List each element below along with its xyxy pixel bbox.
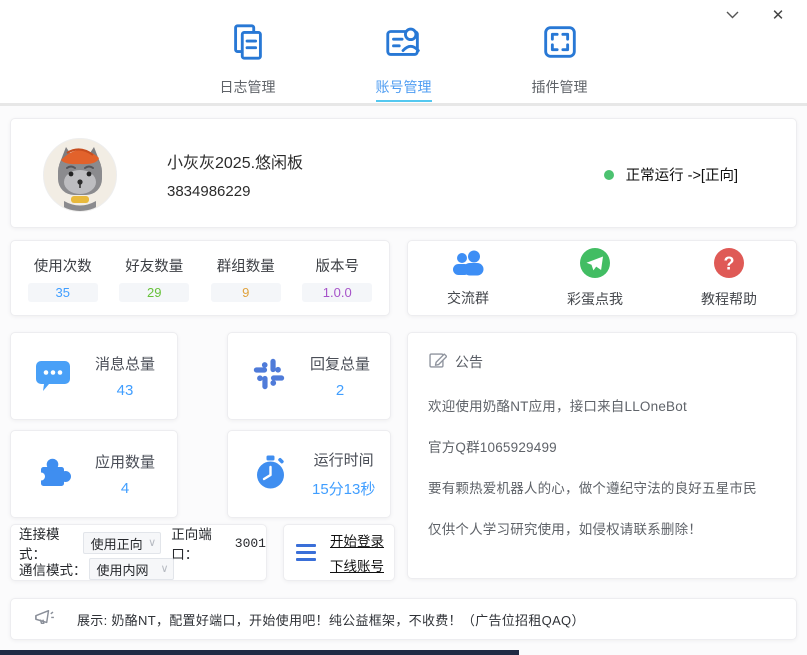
stat-friend-count: 好友数量 29 <box>119 255 189 302</box>
stat-value: 9 <box>211 283 281 302</box>
people-icon <box>450 248 486 283</box>
status-dot-icon <box>604 170 614 180</box>
footer-card: 展示: 奶酪NT，配置好端口，开始使用吧！纯公益框架，不收费！（广告位招租QAQ… <box>10 598 797 640</box>
comm-mode-label: 通信模式： <box>19 559 87 579</box>
notice-line: 要有颗热爱机器人的心，做个遵纪守法的良好五星市民 <box>428 477 776 497</box>
tab-log-management[interactable]: 日志管理 <box>205 21 291 102</box>
slack-asterisk-icon <box>250 355 288 398</box>
chat-group-link[interactable]: 交流群 <box>447 248 489 308</box>
profile-uid: 3834986229 <box>167 183 250 200</box>
metric-value: 43 <box>117 382 134 399</box>
account-card-icon <box>383 21 425 68</box>
puzzle-icon <box>33 452 73 497</box>
quick-link-label: 教程帮助 <box>701 289 757 309</box>
chat-bubble-icon <box>33 354 73 399</box>
stat-usage-count: 使用次数 35 <box>28 255 98 302</box>
stat-value: 29 <box>119 283 189 302</box>
chevron-down-icon: ∨ <box>160 564 168 575</box>
stat-value: 35 <box>28 283 98 302</box>
connect-mode-label: 连接模式： <box>19 523 81 563</box>
app-count-card: 应用数量 4 <box>10 430 178 518</box>
chevron-down-icon <box>726 11 739 19</box>
close-icon: ✕ <box>772 6 785 24</box>
message-total-card: 消息总量 43 <box>10 332 178 420</box>
comm-mode-value: 使用内网 <box>97 560 149 579</box>
close-button[interactable]: ✕ <box>759 2 797 28</box>
plugin-frame-icon <box>539 21 581 68</box>
forward-port-value: 3001 <box>235 536 266 551</box>
uptime-card: 运行时间 15分13秒 <box>227 430 391 518</box>
stat-group-count: 群组数量 9 <box>211 255 281 302</box>
stat-label: 使用次数 <box>34 255 92 276</box>
tab-bar: 日志管理 账号管理 <box>0 21 807 102</box>
header: 日志管理 账号管理 <box>0 0 807 106</box>
connect-mode-select[interactable]: 使用正向 ∨ <box>83 532 162 554</box>
log-pages-icon <box>227 21 269 68</box>
start-login-link[interactable]: 开始登录 <box>330 530 384 550</box>
notice-line: 欢迎使用奶酪NT应用，接口来自LLOneBot <box>428 395 776 415</box>
stat-label: 版本号 <box>316 255 360 276</box>
profile-name: 小灰灰2025.悠闲板 <box>167 149 303 173</box>
connection-card: 连接模式： 使用正向 ∨ 正向端口： 3001 通信模式： 使用内网 ∨ <box>10 524 267 581</box>
notice-line: 仅供个人学习研究使用，如侵权请联系删除！ <box>428 518 776 538</box>
stat-label: 群组数量 <box>217 255 275 276</box>
quick-links-card: 交流群 彩蛋点我 ? 教程帮助 <box>407 240 797 316</box>
stats-card: 使用次数 35 好友数量 29 群组数量 9 版本号 1.0.0 <box>10 240 390 316</box>
status-text: 正常运行 ->[正向] <box>626 164 738 185</box>
chevron-down-icon: ∨ <box>148 538 156 549</box>
reply-total-card: 回复总量 2 <box>227 332 391 420</box>
edit-pencil-icon <box>428 350 447 374</box>
tab-plugin-management[interactable]: 插件管理 <box>517 21 603 102</box>
window-controls: ✕ <box>713 2 797 28</box>
stopwatch-icon <box>250 452 290 497</box>
question-icon: ? <box>713 247 745 284</box>
tab-label: 插件管理 <box>532 77 588 102</box>
metric-value: 2 <box>336 382 344 399</box>
metric-label: 运行时间 <box>314 449 374 470</box>
connect-mode-value: 使用正向 <box>91 534 143 553</box>
minimize-chevron-button[interactable] <box>713 2 751 28</box>
easter-egg-link[interactable]: 彩蛋点我 <box>567 247 623 309</box>
metric-value: 15分13秒 <box>312 478 375 499</box>
logout-account-link[interactable]: 下线账号 <box>330 555 384 575</box>
stat-version: 版本号 1.0.0 <box>302 255 372 302</box>
tab-account-management[interactable]: 账号管理 <box>361 21 447 102</box>
tab-label: 账号管理 <box>376 77 432 102</box>
notice-line: 官方Q群1065929499 <box>428 436 776 456</box>
megaphone-icon <box>33 608 55 631</box>
forward-port-label: 正向端口： <box>171 523 233 563</box>
notice-title: 公告 <box>455 352 483 372</box>
footer-marquee-text: 展示: 奶酪NT，配置好端口，开始使用吧！纯公益框架，不收费！（广告位招租QAQ… <box>77 610 585 629</box>
status-indicator: 正常运行 ->[正向] <box>604 164 738 185</box>
app-window: ✕ 日志管理 <box>0 0 807 655</box>
login-actions-card: 开始登录 下线账号 <box>283 524 395 581</box>
tab-label: 日志管理 <box>220 77 276 102</box>
bottom-progress-bar <box>0 650 519 655</box>
quick-link-label: 彩蛋点我 <box>567 289 623 309</box>
quick-link-label: 交流群 <box>447 288 489 308</box>
stat-value: 1.0.0 <box>302 283 372 302</box>
metric-value: 4 <box>121 480 129 497</box>
stat-label: 好友数量 <box>125 255 183 276</box>
comm-mode-select[interactable]: 使用内网 ∨ <box>89 558 174 580</box>
svg-text:?: ? <box>724 254 735 274</box>
telegram-icon <box>579 247 611 284</box>
metric-label: 回复总量 <box>310 353 370 374</box>
help-link[interactable]: ? 教程帮助 <box>701 247 757 309</box>
notice-card: 公告 欢迎使用奶酪NT应用，接口来自LLOneBot 官方Q群106592949… <box>407 332 797 579</box>
metric-label: 消息总量 <box>95 353 155 374</box>
metric-label: 应用数量 <box>95 451 155 472</box>
avatar <box>43 138 117 212</box>
menu-hamburger-icon[interactable] <box>296 544 316 561</box>
profile-card: 小灰灰2025.悠闲板 3834986229 正常运行 ->[正向] <box>10 118 797 228</box>
